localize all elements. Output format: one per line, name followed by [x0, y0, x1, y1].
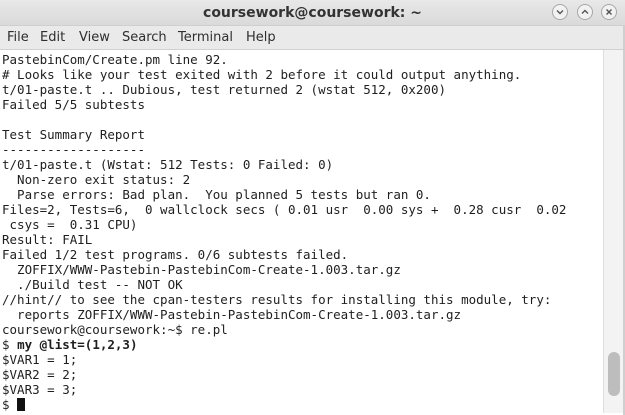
terminal-line: csys = 0.31 CPU): [2, 217, 138, 232]
terminal-line-text: Failed 5/5 subtests: [2, 97, 145, 112]
menu-edit[interactable]: Edit: [40, 26, 65, 49]
terminal-line-text: $VAR2 = 2;: [2, 367, 78, 382]
terminal-output[interactable]: PastebinCom/Create.pm line 92. # Looks li…: [2, 50, 603, 413]
menu-terminal[interactable]: Terminal: [178, 26, 233, 49]
terminal-line-text: //hint// to see the cpan-testers results…: [2, 292, 552, 307]
terminal-line-text: csys = 0.31 CPU): [2, 217, 138, 232]
close-button[interactable]: [601, 4, 617, 20]
terminal-line-text: reports ZOFFIX/WWW-Pastebin-PastebinCom-…: [2, 307, 462, 322]
close-icon: [606, 9, 612, 15]
terminal-line: $: [2, 397, 26, 412]
menu-search[interactable]: Search: [122, 26, 167, 49]
terminal-line-text: t/01-paste.t .. Dubious, test returned 2…: [2, 82, 447, 97]
terminal-line-text: Non-zero exit status: 2: [2, 172, 191, 187]
terminal-line: Parse errors: Bad plan. You planned 5 te…: [2, 187, 431, 202]
terminal-line-text: # Looks like your test exited with 2 bef…: [2, 67, 522, 82]
terminal-line: Files=2, Tests=6, 0 wallclock secs ( 0.0…: [2, 202, 566, 217]
terminal-line: Test Summary Report: [2, 127, 145, 142]
terminal-line: Non-zero exit status: 2: [2, 172, 190, 187]
titlebar[interactable]: coursework@coursework: ~: [0, 0, 625, 26]
terminal-line: PastebinCom/Create.pm line 92.: [2, 52, 228, 67]
scrollbar-thumb[interactable]: [608, 352, 620, 396]
minimize-button[interactable]: [552, 4, 568, 20]
terminal-line: t/01-paste.t .. Dubious, test returned 2…: [2, 82, 446, 97]
terminal-line-text: t/01-paste.t (Wstat: 512 Tests: 0 Failed…: [2, 157, 334, 172]
text-cursor: [17, 398, 26, 411]
terminal-prompt: $: [2, 397, 18, 412]
menu-file[interactable]: File: [7, 26, 29, 49]
terminal-line-text: Parse errors: Bad plan. You planned 5 te…: [2, 187, 431, 202]
terminal-line: reports ZOFFIX/WWW-Pastebin-PastebinCom-…: [2, 307, 461, 322]
terminal-line-text: Failed 1/2 test programs. 0/6 subtests f…: [2, 247, 349, 262]
terminal-prompt: $: [2, 337, 18, 352]
terminal-line: ZOFFIX/WWW-Pastebin-PastebinCom-Create-1…: [2, 262, 401, 277]
terminal-line-text: $VAR1 = 1;: [2, 352, 78, 367]
terminal-line-text: ./Build test -- NOT OK: [2, 277, 183, 292]
menubar: File Edit View Search Terminal Help: [0, 26, 625, 50]
chevron-up-icon: [581, 9, 589, 14]
terminal-line-text: PastebinCom/Create.pm line 92.: [2, 52, 228, 67]
terminal-line: Failed 5/5 subtests: [2, 97, 145, 112]
terminal-line: $VAR3 = 3;: [2, 382, 77, 397]
terminal-line: t/01-paste.t (Wstat: 512 Tests: 0 Failed…: [2, 157, 333, 172]
window-title: coursework@coursework: ~: [203, 5, 422, 21]
terminal-line: -------------------: [2, 142, 145, 157]
terminal-line: Failed 1/2 test programs. 0/6 subtests f…: [2, 247, 348, 262]
terminal-line-text: my @list=(1,2,3): [17, 337, 138, 352]
chevron-down-icon: [556, 10, 564, 15]
terminal-line-text: coursework@coursework:~$ re.pl: [2, 322, 228, 337]
terminal-line-text: Test Summary Report: [2, 127, 145, 142]
terminal-line-text: Files=2, Tests=6, 0 wallclock secs ( 0.0…: [2, 202, 567, 217]
terminal-line: $ my @list=(1,2,3): [2, 337, 137, 352]
terminal-line: coursework@coursework:~$ re.pl: [2, 322, 228, 337]
terminal-line: Result: FAIL: [2, 232, 92, 247]
terminal-window: coursework@coursework: ~ File Edit View …: [0, 0, 625, 415]
terminal-line: # Looks like your test exited with 2 bef…: [2, 67, 521, 82]
terminal-line-text: ZOFFIX/WWW-Pastebin-PastebinCom-Create-1…: [2, 262, 401, 277]
terminal-line: $VAR1 = 1;: [2, 352, 77, 367]
terminal-line: //hint// to see the cpan-testers results…: [2, 292, 551, 307]
terminal-line: ./Build test -- NOT OK: [2, 277, 183, 292]
terminal-line: $VAR2 = 2;: [2, 367, 77, 382]
maximize-button[interactable]: [577, 4, 593, 20]
terminal-line-text: -------------------: [2, 142, 145, 157]
terminal-line-text: $VAR3 = 3;: [2, 382, 78, 397]
menu-view[interactable]: View: [79, 26, 110, 49]
menu-help[interactable]: Help: [246, 26, 276, 49]
terminal-line-text: Result: FAIL: [2, 232, 93, 247]
scrollbar[interactable]: [603, 50, 623, 413]
